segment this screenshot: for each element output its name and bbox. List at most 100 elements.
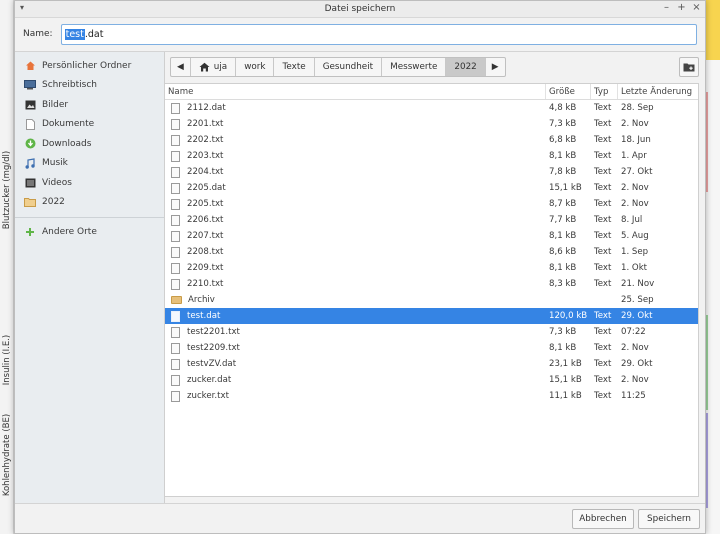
- file-name-cell: 2209.txt: [165, 262, 546, 274]
- file-size: 7,8 kB: [549, 167, 577, 177]
- file-size: 8,3 kB: [549, 279, 577, 289]
- path-forward-button[interactable]: ▶: [486, 58, 505, 76]
- sidebar-item-other-locations[interactable]: Andere Orte: [15, 222, 164, 242]
- table-row[interactable]: zucker.dat 15,1 kB Text 2. Nov: [165, 372, 698, 388]
- table-row[interactable]: test2209.txt 8,1 kB Text 2. Nov: [165, 340, 698, 356]
- crumb-gesundheit[interactable]: Gesundheit: [315, 58, 383, 76]
- file-name-cell: zucker.txt: [165, 390, 546, 402]
- file-name: testvZV.dat: [187, 359, 237, 369]
- file-date: 8. Jul: [621, 215, 643, 225]
- file-type: Text: [594, 183, 612, 193]
- crumb-uja[interactable]: uja: [191, 58, 237, 76]
- file-name-cell: 2204.txt: [165, 166, 546, 178]
- table-row[interactable]: 2202.txt 6,8 kB Text 18. Jun: [165, 132, 698, 148]
- path-bar: ◀ uja work Texte Gesundheit Messwerte 20…: [165, 52, 705, 82]
- file-name-cell: 2205.txt: [165, 198, 546, 210]
- file-name: 2205.dat: [187, 183, 226, 193]
- window-menu-icon[interactable]: ▾: [20, 3, 24, 12]
- table-row[interactable]: 2210.txt 8,3 kB Text 21. Nov: [165, 276, 698, 292]
- minimize-icon[interactable]: –: [662, 2, 671, 13]
- filename-selected-text: test: [64, 28, 85, 40]
- file-date: 2. Nov: [621, 183, 649, 193]
- file-date: 27. Okt: [621, 167, 653, 177]
- table-row[interactable]: testvZV.dat 23,1 kB Text 29. Okt: [165, 356, 698, 372]
- filename-input[interactable]: test .dat: [60, 23, 697, 45]
- sidebar-item-desktop[interactable]: Schreibtisch: [15, 76, 164, 96]
- save-dialog: ▾ Datei speichern – + × Name: test .dat P…: [14, 0, 706, 534]
- crumb-2022[interactable]: 2022: [446, 58, 486, 76]
- crumb-messwerte[interactable]: Messwerte: [382, 58, 447, 76]
- maximize-icon[interactable]: +: [677, 2, 686, 13]
- cancel-button[interactable]: Abbrechen: [572, 509, 634, 529]
- file-rows: 2112.dat 4,8 kB Text 28. Sep 2201.txt 7,3 kB T…: [165, 100, 698, 404]
- crumb-texte[interactable]: Texte: [274, 58, 315, 76]
- new-folder-icon: [683, 63, 695, 72]
- file-name: Archiv: [188, 295, 215, 305]
- file-size: 8,1 kB: [549, 343, 577, 353]
- file-name-cell: Archiv: [165, 295, 546, 305]
- download-icon: [24, 138, 36, 150]
- file-name-cell: 2112.dat: [165, 102, 546, 114]
- save-button[interactable]: Speichern: [638, 509, 700, 529]
- music-icon: [24, 157, 36, 169]
- sidebar-item-pictures[interactable]: Bilder: [15, 95, 164, 115]
- table-row[interactable]: 2201.txt 7,3 kB Text 2. Nov: [165, 116, 698, 132]
- sidebar-item-home[interactable]: Persönlicher Ordner: [15, 56, 164, 76]
- sidebar-item-documents[interactable]: Dokumente: [15, 115, 164, 135]
- table-row[interactable]: 2206.txt 7,7 kB Text 8. Jul: [165, 212, 698, 228]
- file-date: 1. Okt: [621, 263, 648, 273]
- table-row[interactable]: 2205.txt 8,7 kB Text 2. Nov: [165, 196, 698, 212]
- video-icon: [24, 177, 36, 189]
- table-row[interactable]: test.dat 120,0 kB Text 29. Okt: [165, 308, 698, 324]
- file-name-cell: 2208.txt: [165, 246, 546, 258]
- table-row[interactable]: Archiv 25. Sep: [165, 292, 698, 308]
- crumb-work[interactable]: work: [236, 58, 275, 76]
- axis-label-blutzucker: Blutzucker (mg/dl): [2, 150, 13, 230]
- table-row[interactable]: 2112.dat 4,8 kB Text 28. Sep: [165, 100, 698, 116]
- home-icon: [199, 62, 210, 72]
- file-icon: [171, 246, 180, 258]
- file-name: test2209.txt: [187, 343, 240, 353]
- new-folder-button[interactable]: [679, 57, 699, 77]
- column-header-name[interactable]: Name: [165, 84, 546, 99]
- table-row[interactable]: 2204.txt 7,8 kB Text 27. Okt: [165, 164, 698, 180]
- file-date: 21. Nov: [621, 279, 655, 289]
- table-row[interactable]: 2207.txt 8,1 kB Text 5. Aug: [165, 228, 698, 244]
- file-name: 2208.txt: [187, 247, 224, 257]
- table-row[interactable]: test2201.txt 7,3 kB Text 07:22: [165, 324, 698, 340]
- sidebar-item-videos[interactable]: Videos: [15, 173, 164, 193]
- sidebar-item-downloads[interactable]: Downloads: [15, 134, 164, 154]
- file-type: Text: [594, 167, 612, 177]
- file-date: 2. Nov: [621, 119, 649, 129]
- filename-bar: Name: test .dat: [15, 18, 705, 50]
- file-name: 2206.txt: [187, 215, 224, 225]
- column-header-size[interactable]: Größe: [546, 84, 591, 99]
- path-back-button[interactable]: ◀: [171, 58, 191, 76]
- sidebar-item-2022[interactable]: 2022: [15, 193, 164, 213]
- sidebar-item-music[interactable]: Musik: [15, 154, 164, 174]
- table-row[interactable]: 2203.txt 8,1 kB Text 1. Apr: [165, 148, 698, 164]
- file-name-cell: testvZV.dat: [165, 358, 546, 370]
- file-size: 4,8 kB: [549, 103, 577, 113]
- file-icon: [171, 230, 180, 242]
- table-row[interactable]: zucker.txt 11,1 kB Text 11:25: [165, 388, 698, 404]
- sidebar-item-label: Downloads: [42, 138, 92, 149]
- file-name: 2204.txt: [187, 167, 224, 177]
- column-header-date[interactable]: Letzte Änderung: [618, 84, 698, 99]
- file-type: Text: [594, 247, 612, 257]
- close-icon[interactable]: ×: [692, 2, 701, 13]
- table-row[interactable]: 2205.dat 15,1 kB Text 2. Nov: [165, 180, 698, 196]
- file-size: 8,1 kB: [549, 151, 577, 161]
- file-name: zucker.txt: [187, 391, 229, 401]
- table-row[interactable]: 2208.txt 8,6 kB Text 1. Sep: [165, 244, 698, 260]
- file-type: Text: [594, 343, 612, 353]
- file-type: Text: [594, 391, 612, 401]
- column-header-type[interactable]: Typ: [591, 84, 618, 99]
- home-icon: [24, 60, 36, 72]
- background-axis-strip: Blutzucker (mg/dl) Insulin (I.E.) Kohlen…: [0, 0, 14, 534]
- file-name-cell: 2203.txt: [165, 150, 546, 162]
- file-name-cell: 2210.txt: [165, 278, 546, 290]
- file-icon: [171, 134, 180, 146]
- table-row[interactable]: 2209.txt 8,1 kB Text 1. Okt: [165, 260, 698, 276]
- dialog-titlebar: ▾ Datei speichern – + ×: [15, 1, 705, 18]
